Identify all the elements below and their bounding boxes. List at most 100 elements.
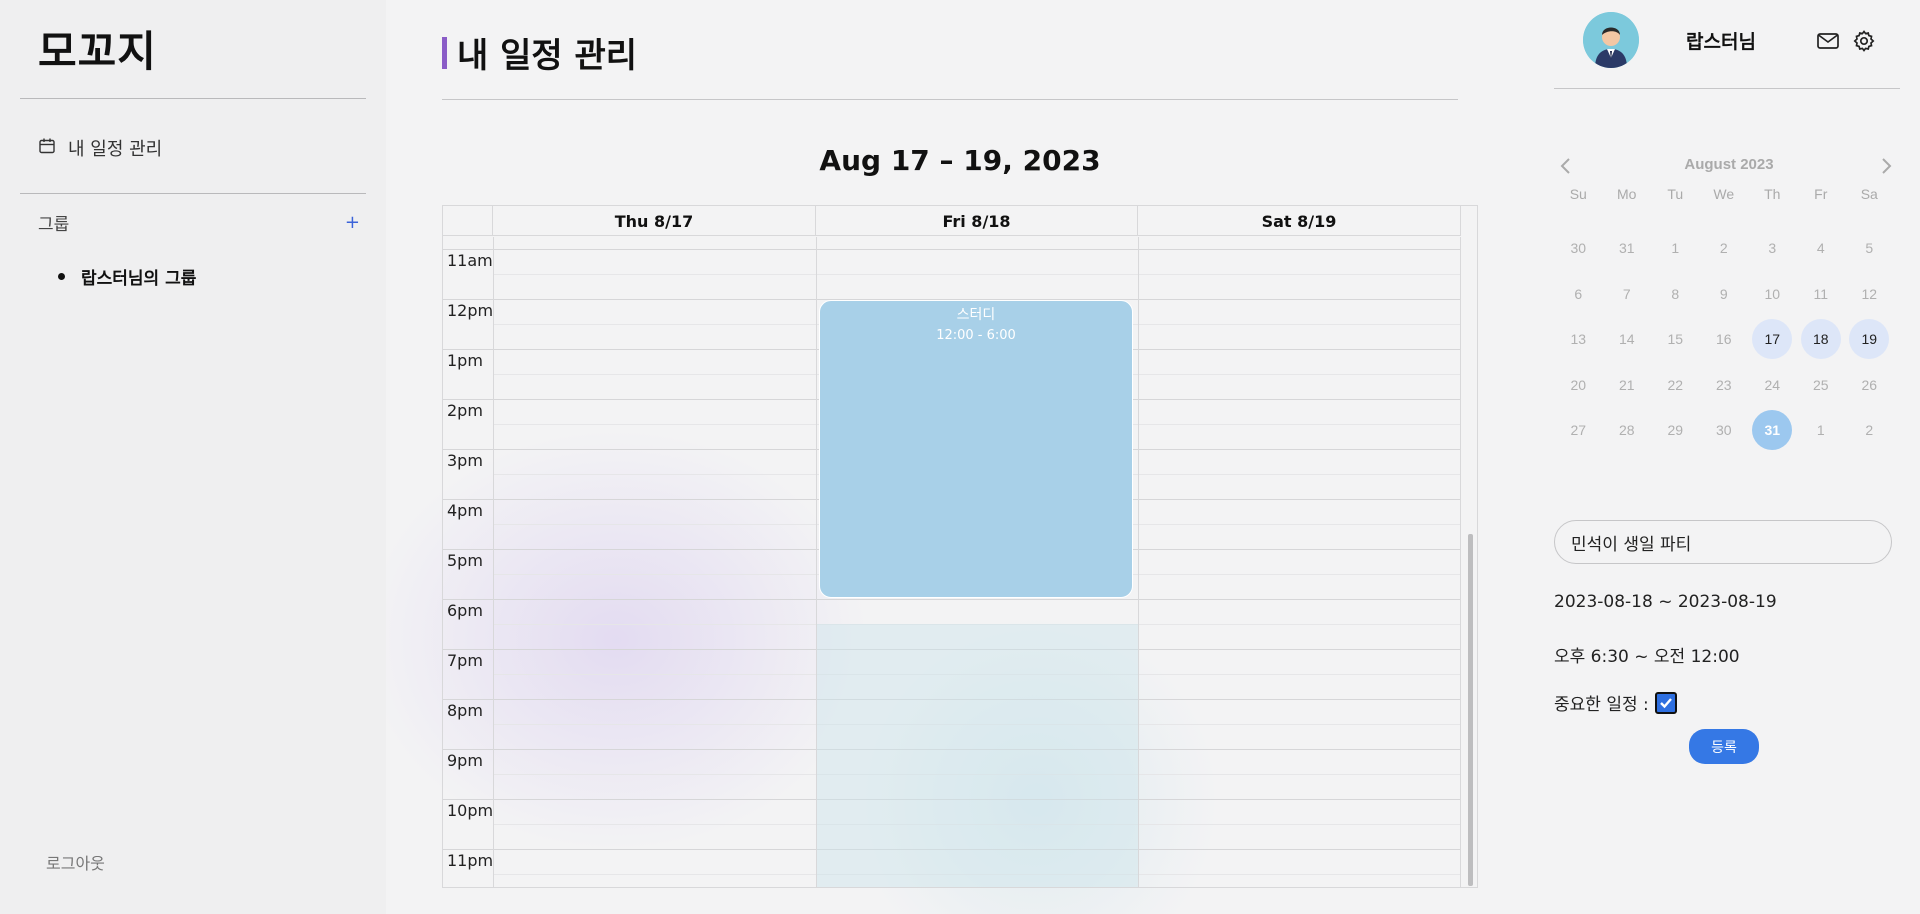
mini-calendar-day[interactable]: 15 xyxy=(1655,319,1695,359)
mini-calendar-day[interactable]: 28 xyxy=(1607,410,1647,450)
mini-calendar-day[interactable]: 16 xyxy=(1704,319,1744,359)
right-panel: 랍스터님 August 2023 Su Mo Tu We Th Fr Sa 30 31 1 2 3 4 5… xyxy=(1536,0,1920,914)
mini-calendar-day[interactable]: 4 xyxy=(1801,228,1841,268)
avatar[interactable] xyxy=(1583,12,1639,68)
important-row: 중요한 일정 : xyxy=(1554,690,1677,715)
bullet-icon xyxy=(58,273,65,280)
mini-calendar-day[interactable]: 2 xyxy=(1849,410,1889,450)
mini-calendar-day[interactable]: 14 xyxy=(1607,319,1647,359)
important-label: 중요한 일정 : xyxy=(1554,695,1649,715)
selection-highlight xyxy=(817,624,1138,887)
hour-label: 12pm xyxy=(447,301,494,320)
day-header-sat[interactable]: Sat 8/19 xyxy=(1138,206,1461,236)
mini-calendar-day[interactable]: 30 xyxy=(1704,410,1744,450)
hour-label: 4pm xyxy=(447,501,483,520)
mini-calendar-day[interactable]: 1 xyxy=(1801,410,1841,450)
mini-calendar-day[interactable]: 20 xyxy=(1558,365,1598,405)
group-header: 그룹 + xyxy=(38,210,364,235)
mini-calendar-day[interactable]: 17 xyxy=(1752,319,1793,359)
page-title-wrap: 내 일정 관리 xyxy=(442,28,637,77)
gear-icon[interactable] xyxy=(1852,29,1876,53)
group-section-label: 그룹 xyxy=(38,215,70,235)
title-accent-bar xyxy=(442,36,447,69)
hour-label: 6pm xyxy=(447,601,483,620)
hour-label: 7pm xyxy=(447,651,483,670)
sidebar: 모꼬지 내 일정 관리 그룹 + 랍스터님의 그룹 로그아웃 xyxy=(0,0,386,914)
sidebar-item-my-schedule[interactable]: 내 일정 관리 xyxy=(38,134,162,162)
weekday-label: Tu xyxy=(1667,186,1684,202)
mini-calendar-day[interactable]: 31 xyxy=(1607,228,1647,268)
mini-calendar-day[interactable]: 3 xyxy=(1752,228,1792,268)
logout-button[interactable]: 로그아웃 xyxy=(46,850,105,874)
app-logo[interactable]: 모꼬지 xyxy=(38,18,157,79)
page-title: 내 일정 관리 xyxy=(457,36,638,76)
event-time-range[interactable]: 오후 6:30 ~ 오전 12:00 xyxy=(1554,642,1740,667)
mini-calendar-day[interactable]: 7 xyxy=(1607,274,1647,314)
event-title-input[interactable] xyxy=(1554,520,1892,564)
group-item-label: 랍스터님의 그룹 xyxy=(81,269,197,289)
hour-label: 11pm xyxy=(447,851,494,870)
hour-label: 3pm xyxy=(447,451,483,470)
weekday-label: We xyxy=(1713,186,1735,202)
mini-calendar-title: August 2023 xyxy=(1684,156,1774,173)
mini-calendar-day[interactable]: 21 xyxy=(1607,365,1647,405)
sidebar-item-label: 내 일정 관리 xyxy=(68,139,163,160)
chevron-right-icon xyxy=(1882,158,1892,174)
event-date-range[interactable]: 2023-08-18 ~ 2023-08-19 xyxy=(1554,592,1777,612)
calendar-header: Thu 8/17 Fri 8/18 Sat 8/19 xyxy=(443,206,1461,236)
mini-calendar-day[interactable]: 23 xyxy=(1704,365,1744,405)
mini-calendar-day[interactable]: 2 xyxy=(1704,228,1744,268)
mail-icon[interactable] xyxy=(1816,31,1840,51)
submit-button[interactable]: 등록 xyxy=(1689,729,1759,764)
mini-calendar-day[interactable]: 30 xyxy=(1558,228,1598,268)
hour-label: 8pm xyxy=(447,701,483,720)
mini-calendar-day[interactable]: 6 xyxy=(1558,274,1598,314)
user-name: 랍스터님 xyxy=(1686,31,1756,53)
mini-calendar-day[interactable]: 13 xyxy=(1558,319,1598,359)
next-month-button[interactable] xyxy=(1878,154,1898,178)
mini-calendar-day[interactable]: 19 xyxy=(1849,319,1890,359)
day-column[interactable] xyxy=(1138,237,1461,887)
mini-calendar-day[interactable]: 1 xyxy=(1655,228,1695,268)
mini-calendar-day[interactable]: 31 xyxy=(1752,410,1793,450)
group-list: 랍스터님의 그룹 xyxy=(58,264,196,289)
hour-label: 1pm xyxy=(447,351,483,370)
mini-calendar-day[interactable]: 5 xyxy=(1849,228,1889,268)
add-group-button[interactable]: + xyxy=(341,212,364,233)
weekday-label: Fr xyxy=(1814,186,1828,202)
day-header-fri[interactable]: Fri 8/18 xyxy=(816,206,1138,236)
mini-calendar-day[interactable]: 10 xyxy=(1752,274,1792,314)
day-column[interactable] xyxy=(493,237,816,887)
avatar-icon xyxy=(1583,12,1639,68)
weekday-label: Su xyxy=(1569,186,1587,202)
time-gutter-header xyxy=(443,206,493,235)
hour-label: 11am xyxy=(447,251,493,270)
mini-calendar-day[interactable]: 27 xyxy=(1558,410,1598,450)
mini-calendar-day[interactable]: 11 xyxy=(1801,274,1841,314)
important-checkbox[interactable] xyxy=(1654,691,1677,714)
check-icon xyxy=(1659,697,1672,708)
mini-calendar-day[interactable]: 22 xyxy=(1655,365,1695,405)
hour-label: 10pm xyxy=(447,801,494,820)
calendar-scrollbar-thumb[interactable] xyxy=(1468,534,1473,886)
group-item[interactable]: 랍스터님의 그룹 xyxy=(58,264,196,289)
week-calendar: Thu 8/17 Fri 8/18 Sat 8/19 스터디 12:00 - 6… xyxy=(442,205,1478,888)
mini-calendar-day[interactable]: 8 xyxy=(1655,274,1695,314)
hour-label: 5pm xyxy=(447,551,483,570)
mini-calendar-day[interactable]: 25 xyxy=(1801,365,1841,405)
weekday-label: Th xyxy=(1764,186,1781,202)
mini-calendar-day[interactable]: 9 xyxy=(1704,274,1744,314)
mini-calendar-day[interactable]: 12 xyxy=(1849,274,1889,314)
mini-calendar-day[interactable]: 18 xyxy=(1800,319,1841,359)
mini-calendar-day[interactable]: 24 xyxy=(1752,365,1792,405)
calendar-icon xyxy=(38,137,56,160)
hour-label: 9pm xyxy=(447,751,483,770)
event-block[interactable]: 스터디 12:00 - 6:00 xyxy=(819,300,1133,598)
mini-calendar-day[interactable]: 29 xyxy=(1655,410,1695,450)
calendar-body: 스터디 12:00 - 6:00 11am 12pm 1pm 2pm 3pm 4pm 5pm… xyxy=(443,237,1461,887)
right-divider xyxy=(1554,88,1900,89)
mini-calendar-day[interactable]: 26 xyxy=(1849,365,1889,405)
day-header-thu[interactable]: Thu 8/17 xyxy=(493,206,816,236)
weekday-label: Mo xyxy=(1617,186,1637,202)
hour-label: 2pm xyxy=(447,401,483,420)
